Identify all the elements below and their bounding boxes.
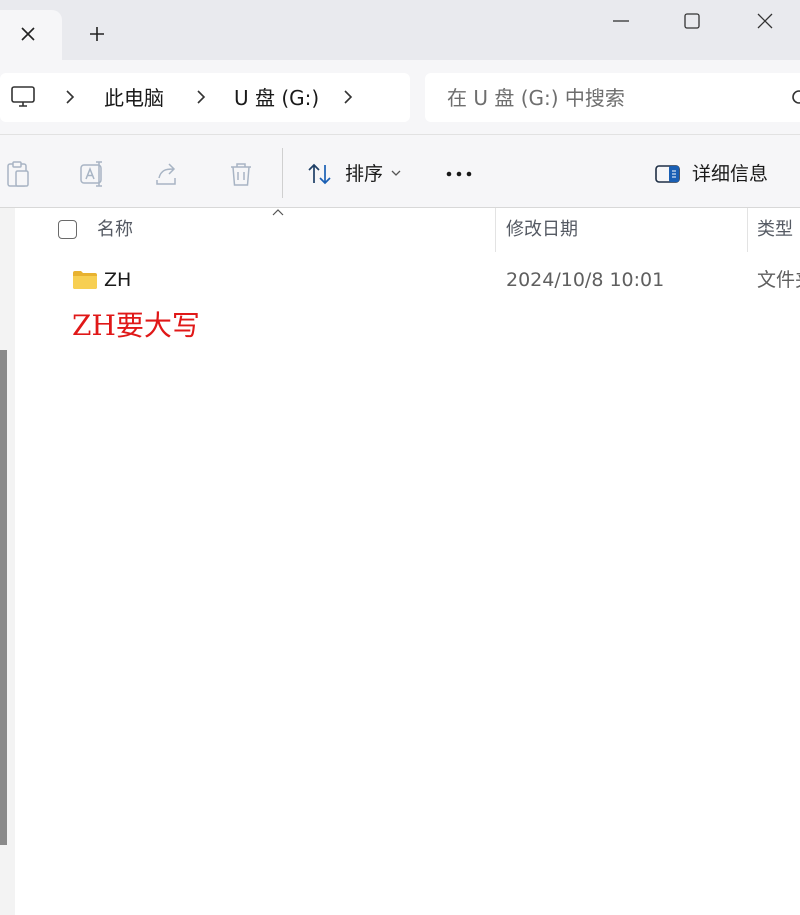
details-pane-icon: [655, 165, 680, 183]
tab-strip: [0, 0, 800, 60]
search-placeholder: 在 U 盘 (G:) 中搜索: [447, 86, 625, 110]
sort-label: 排序: [345, 163, 384, 185]
annotation-text: ZH要大写: [72, 309, 200, 342]
column-header-type[interactable]: 类型: [757, 219, 793, 241]
chevron-right-icon[interactable]: [62, 89, 78, 105]
table-row[interactable]: ZH 2024/10/8 10:01 文件夹: [15, 258, 800, 302]
details-label: 详细信息: [692, 163, 769, 185]
more-icon[interactable]: [444, 164, 474, 184]
sort-icon: [308, 163, 331, 185]
folder-icon: [73, 271, 97, 289]
file-modified: 2024/10/8 10:01: [506, 269, 665, 291]
breadcrumb-usb-drive[interactable]: U 盘 (G:): [234, 86, 319, 110]
breadcrumb-this-pc[interactable]: 此电脑: [104, 86, 164, 110]
paste-icon[interactable]: [5, 160, 31, 188]
computer-icon[interactable]: [10, 84, 36, 110]
chevron-right-icon[interactable]: [340, 89, 356, 105]
share-icon[interactable]: [153, 160, 181, 188]
column-header-name[interactable]: 名称: [97, 219, 133, 241]
chevron-down-icon: [391, 170, 401, 176]
window-close-icon[interactable]: [754, 10, 776, 32]
rename-icon[interactable]: [78, 160, 106, 188]
sort-ascending-icon: [272, 209, 284, 216]
navigation-scrollbar[interactable]: [0, 350, 7, 845]
chevron-right-icon[interactable]: [193, 89, 209, 105]
toolbar-divider: [282, 148, 283, 198]
column-divider[interactable]: [495, 208, 496, 252]
search-icon[interactable]: [790, 88, 800, 108]
delete-icon[interactable]: [228, 160, 254, 188]
column-header-modified[interactable]: 修改日期: [506, 219, 578, 241]
close-icon[interactable]: [18, 24, 38, 44]
select-all-checkbox[interactable]: [58, 220, 77, 239]
file-name: ZH: [104, 269, 132, 291]
column-divider[interactable]: [747, 208, 748, 252]
details-pane-button[interactable]: 详细信息: [648, 152, 788, 196]
plus-icon[interactable]: [87, 24, 107, 44]
sort-button[interactable]: 排序: [300, 152, 412, 196]
file-type: 文件夹: [757, 269, 800, 291]
minimize-icon[interactable]: [610, 10, 632, 32]
maximize-icon[interactable]: [681, 10, 703, 32]
